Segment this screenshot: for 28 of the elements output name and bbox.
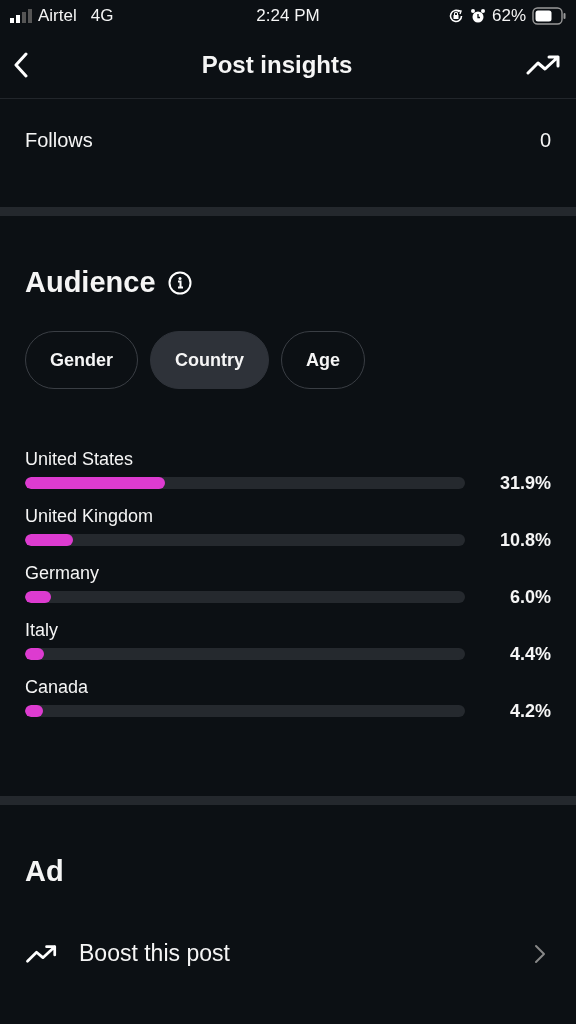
- trending-up-icon: [25, 943, 59, 964]
- carrier-name: Airtel: [38, 6, 77, 26]
- rotation-lock-icon: [447, 8, 464, 24]
- percentage: 6.0%: [509, 586, 551, 608]
- clock-time: 2:24 PM: [256, 6, 320, 26]
- info-icon[interactable]: [167, 270, 192, 295]
- chevron-right-icon: [534, 943, 546, 964]
- boost-post-row[interactable]: Boost this post: [25, 940, 551, 967]
- country-name: United States: [25, 449, 135, 471]
- country-name: Italy: [25, 620, 59, 642]
- section-heading: Ad: [25, 855, 65, 888]
- battery-percentage: 62%: [491, 6, 526, 26]
- country-name: Germany: [25, 563, 101, 585]
- battery-icon: [532, 7, 566, 25]
- percentage: 4.2%: [509, 700, 551, 722]
- network-type: 4G: [90, 6, 114, 26]
- country-name: Canada: [25, 677, 90, 699]
- section-heading: Audience: [25, 266, 156, 299]
- country-name: United Kingdom: [25, 506, 155, 528]
- follows-value: 0: [539, 129, 551, 152]
- percentage: 4.4%: [509, 643, 551, 665]
- alarm-icon: [469, 8, 486, 24]
- signal-icon: [10, 9, 32, 23]
- percentage: 10.8%: [499, 529, 551, 551]
- page-title: Post insights: [201, 51, 353, 79]
- filter-tab[interactable]: Country: [150, 331, 270, 389]
- percentage: 31.9%: [499, 472, 551, 494]
- follows-label: Follows: [25, 129, 93, 152]
